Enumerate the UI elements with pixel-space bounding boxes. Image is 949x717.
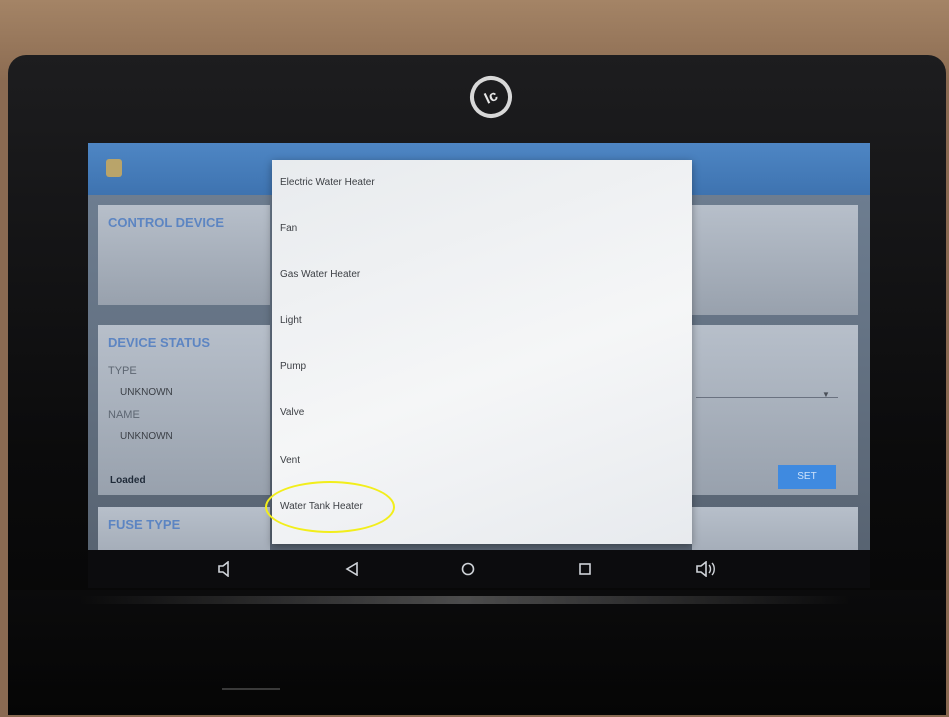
home-icon[interactable] bbox=[448, 552, 488, 586]
type-dropdown-menu: Electric Water Heater Fan Gas Water Heat… bbox=[272, 160, 692, 544]
bezel-glare bbox=[80, 596, 850, 604]
device-status-title: DEVICE STATUS bbox=[108, 335, 211, 350]
dropdown-option-light[interactable]: Light bbox=[280, 300, 680, 340]
bezel-indicator bbox=[222, 688, 280, 690]
dropdown-option-vent[interactable]: Vent bbox=[280, 440, 680, 480]
control-device-card-right bbox=[692, 205, 858, 315]
type-label: TYPE bbox=[108, 365, 137, 377]
dropdown-option-pump[interactable]: Pump bbox=[280, 346, 680, 386]
name-label: NAME bbox=[108, 409, 140, 421]
status-text: Loaded bbox=[110, 475, 146, 486]
dropdown-arrow-icon[interactable]: ▼ bbox=[822, 390, 830, 399]
set-button[interactable]: SET bbox=[778, 465, 836, 489]
fuse-type-title: FUSE TYPE bbox=[108, 517, 181, 532]
volume-up-icon[interactable] bbox=[686, 552, 726, 586]
back-icon[interactable] bbox=[332, 552, 372, 586]
app-badge-icon bbox=[106, 159, 122, 177]
dropdown-option-valve[interactable]: Valve bbox=[280, 392, 680, 432]
control-device-title: CONTROL DEVICE bbox=[108, 215, 225, 230]
type-value: UNKNOWN bbox=[120, 387, 173, 398]
dropdown-option-electric-water-heater[interactable]: Electric Water Heater bbox=[280, 162, 680, 202]
recent-apps-icon[interactable] bbox=[565, 552, 605, 586]
name-value: UNKNOWN bbox=[120, 431, 173, 442]
device-status-card: DEVICE STATUS TYPE UNKNOWN NAME UNKNOWN … bbox=[98, 325, 270, 495]
dropdown-option-gas-water-heater[interactable]: Gas Water Heater bbox=[280, 254, 680, 294]
volume-down-icon[interactable] bbox=[206, 552, 246, 586]
dropdown-option-water-tank-heater[interactable]: Water Tank Heater bbox=[280, 486, 680, 526]
control-device-card: CONTROL DEVICE bbox=[98, 205, 270, 305]
dropdown-option-fan[interactable]: Fan bbox=[280, 208, 680, 248]
bottom-bezel bbox=[8, 590, 946, 715]
brand-logo-text: lc bbox=[481, 86, 501, 108]
type-select-underline[interactable] bbox=[696, 397, 838, 398]
